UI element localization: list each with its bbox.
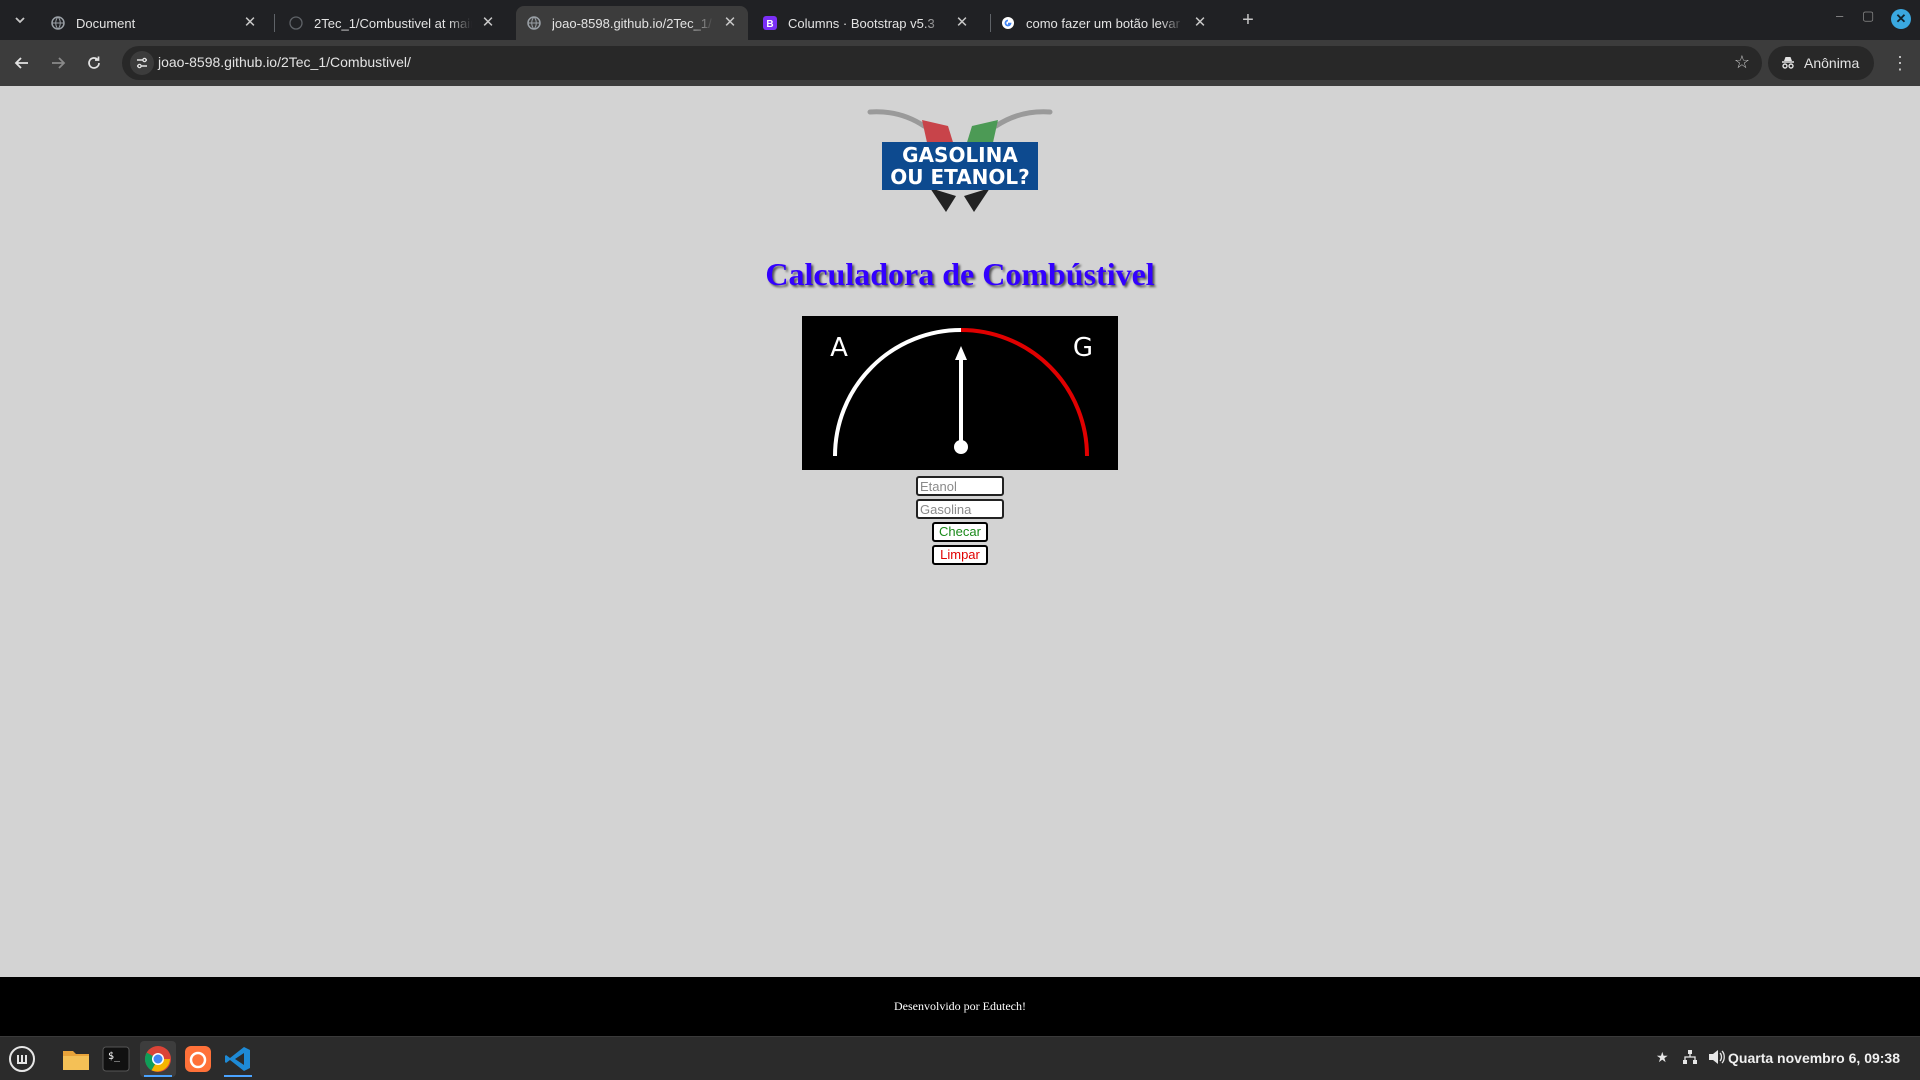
fuel-gauge: A G [802,316,1118,470]
clock[interactable]: Quarta novembro 6, 09:38 [1728,1050,1900,1066]
close-icon[interactable]: ✕ [1192,15,1208,31]
close-icon[interactable]: ✕ [480,15,496,31]
gauge-pivot [954,440,968,454]
address-bar[interactable]: joao-8598.github.io/2Tec_1/Combustivel/ … [122,46,1762,80]
tab-document[interactable]: Document ✕ [40,6,268,40]
site-settings-icon[interactable] [130,51,154,75]
favorites-star-icon[interactable]: ★ [1656,1049,1669,1066]
incognito-label: Anônima [1804,55,1860,71]
gauge-arc-alcohol [833,328,962,457]
back-button[interactable] [10,51,34,75]
tab-bootstrap[interactable]: B Columns · Bootstrap v5.3 ✕ [752,6,980,40]
network-icon[interactable] [1682,1049,1698,1068]
tab-title: como fazer um botão levar p [1026,15,1184,31]
files-icon[interactable] [58,1041,94,1077]
close-icon[interactable]: ✕ [954,15,970,31]
tab-divider [274,14,275,32]
bookmark-star-icon[interactable]: ☆ [1734,52,1750,73]
tab-google[interactable]: como fazer um botão levar p ✕ [990,6,1218,40]
google-icon [1000,15,1016,31]
taskbar: $_ ★ Quarta novembro 6, 09:38 [0,1036,1920,1080]
gauge-label-right: G [1073,333,1093,363]
github-icon [288,15,304,31]
tab-title: joao-8598.github.io/2Tec_1/ [552,15,712,31]
window-close-icon[interactable]: ✕ [1891,9,1911,29]
url-text: joao-8598.github.io/2Tec_1/Combustivel/ [158,54,411,70]
page-footer: Desenvolvido por Edutech! [0,977,1920,1036]
volume-icon[interactable] [1708,1049,1726,1068]
menu-icon[interactable] [4,1041,40,1077]
firefox-icon[interactable] [180,1041,216,1077]
chrome-icon[interactable] [140,1041,176,1077]
page-content: GASOLINA OU ETANOL? Calculadora de Combú… [0,86,1920,977]
terminal-icon[interactable]: $_ [98,1041,134,1077]
close-icon[interactable]: ✕ [722,15,738,31]
incognito-icon [1782,57,1794,69]
close-icon[interactable]: ✕ [242,15,258,31]
new-tab-button[interactable]: + [1234,8,1262,32]
bootstrap-icon: B [762,15,778,31]
tab-title: Columns · Bootstrap v5.3 [788,15,935,31]
gasolina-etanol-logo: GASOLINA OU ETANOL? [867,109,1053,212]
active-indicator [144,1075,172,1077]
chevron-down-icon [15,17,25,24]
more-menu-icon[interactable]: ⋮ [1888,51,1912,75]
globe-icon [50,15,66,31]
gasolina-input[interactable] [916,499,1004,519]
tab-active-site[interactable]: joao-8598.github.io/2Tec_1/ ✕ [516,6,748,40]
active-indicator [224,1075,252,1077]
reload-icon [88,56,100,69]
browser-toolbar: joao-8598.github.io/2Tec_1/Combustivel/ … [0,40,1920,86]
gauge-needle [955,346,967,447]
tab-github[interactable]: 2Tec_1/Combustivel at main ✕ [278,6,506,40]
footer-text: Desenvolvido por Edutech! [894,999,1026,1013]
gauge-arc-gasoline [960,328,1089,457]
gauge-label-left: A [830,333,848,363]
forward-button[interactable] [46,51,70,75]
logo-line-2: OU ETANOL? [890,165,1030,189]
arrow-right-icon [52,57,66,69]
maximize-icon[interactable]: ▢ [1862,8,1874,24]
globe-icon [526,15,542,31]
tab-title: Document [76,15,136,31]
incognito-button[interactable]: Anônima [1768,46,1874,80]
tab-title: 2Tec_1/Combustivel at main [314,15,472,31]
vscode-icon[interactable] [220,1041,256,1077]
etanol-input[interactable] [916,476,1004,496]
logo-line-1: GASOLINA [902,143,1018,167]
svg-text:$_: $_ [108,1051,121,1062]
tab-strip: Document ✕ 2Tec_1/Combustivel at main ✕ … [0,0,1920,40]
page-title: Calculadora de Combústivel [765,256,1155,292]
arrow-left-icon [14,57,28,69]
clear-button[interactable]: Limpar [932,545,988,565]
reload-button[interactable] [82,51,106,75]
minimize-icon[interactable]: – [1836,8,1843,23]
tab-search-button[interactable] [8,8,32,32]
svg-text:B: B [766,19,773,30]
check-button[interactable]: Checar [932,522,988,542]
